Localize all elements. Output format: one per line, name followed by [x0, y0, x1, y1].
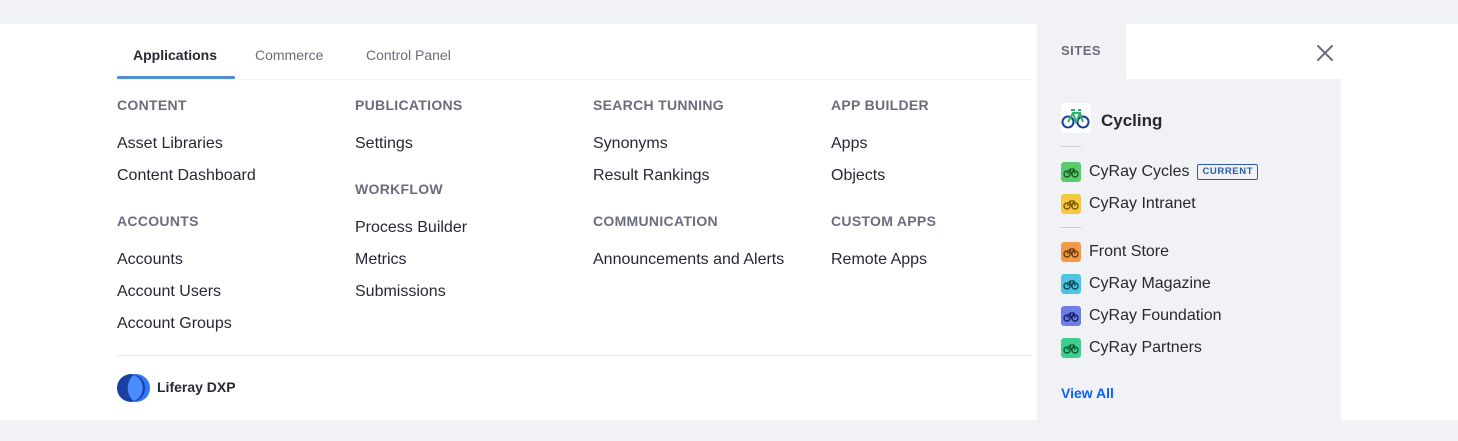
section-app-builder: APP BUILDER Apps Objects [831, 96, 1061, 192]
applications-menu: Applications Commerce Control Panel CONT… [0, 24, 1458, 420]
site-label: CyRay Cycles [1089, 163, 1190, 180]
site-item-cyray-foundation[interactable]: CyRay Foundation [1061, 300, 1222, 332]
menu-column-3: SEARCH TUNNING Synonyms Result Rankings … [593, 96, 823, 276]
view-all-link[interactable]: View All [1061, 385, 1114, 401]
bicycle-icon [1061, 162, 1081, 182]
section-accounts: ACCOUNTS Accounts Account Users Account … [117, 212, 347, 340]
section-custom-apps: CUSTOM APPS Remote Apps [831, 212, 1061, 276]
menu-item-content-dashboard[interactable]: Content Dashboard [117, 160, 347, 192]
site-label: CyRay Partners [1089, 339, 1202, 356]
menu-item-account-users[interactable]: Account Users [117, 276, 347, 308]
sites-separator [1061, 146, 1081, 147]
section-title: WORKFLOW [355, 181, 443, 197]
site-label: CyRay Foundation [1089, 307, 1222, 324]
section-title: PUBLICATIONS [355, 97, 463, 113]
section-workflow: WORKFLOW Process Builder Metrics Submiss… [355, 180, 585, 308]
menu-column-2: PUBLICATIONS Settings WORKFLOW Process B… [355, 96, 585, 308]
menu-item-asset-libraries[interactable]: Asset Libraries [117, 128, 347, 160]
menu-item-apps[interactable]: Apps [831, 128, 1061, 160]
menu-item-settings[interactable]: Settings [355, 128, 585, 160]
menu-item-objects[interactable]: Objects [831, 160, 1061, 192]
liferay-logo-icon [117, 374, 150, 402]
tab-applications[interactable]: Applications [117, 24, 235, 79]
site-label: Front Store [1089, 243, 1170, 260]
site-item-front-store[interactable]: Front Store [1061, 236, 1169, 268]
tab-control-panel[interactable]: Control Panel [350, 24, 467, 79]
menu-item-submissions[interactable]: Submissions [355, 276, 585, 308]
close-icon[interactable] [1312, 40, 1338, 66]
section-title: SEARCH TUNNING [593, 97, 724, 113]
current-badge: CURRENT [1197, 164, 1259, 180]
site-item-cyray-intranet[interactable]: CyRay Intranet [1061, 188, 1196, 220]
menu-item-metrics[interactable]: Metrics [355, 244, 585, 276]
site-label: CyRay Magazine [1089, 275, 1211, 292]
tab-commerce[interactable]: Commerce [239, 24, 339, 79]
menu-item-synonyms[interactable]: Synonyms [593, 128, 823, 160]
sites-separator [1061, 227, 1081, 228]
menu-item-process-builder[interactable]: Process Builder [355, 212, 585, 244]
site-item-cyray-partners[interactable]: CyRay Partners [1061, 332, 1202, 364]
menu-item-remote-apps[interactable]: Remote Apps [831, 244, 1061, 276]
menu-item-result-rankings[interactable]: Result Rankings [593, 160, 823, 192]
site-label: CyRay Intranet [1089, 195, 1196, 212]
current-site-name[interactable]: Cycling [1101, 111, 1162, 131]
bicycle-icon [1061, 194, 1081, 214]
sites-tab[interactable]: SITES [1037, 24, 1126, 79]
menu-item-accounts[interactable]: Accounts [117, 244, 347, 276]
menu-column-1: CONTENT Asset Libraries Content Dashboar… [117, 96, 347, 340]
menu-item-account-groups[interactable]: Account Groups [117, 308, 347, 340]
section-communication: COMMUNICATION Announcements and Alerts [593, 212, 823, 276]
section-content: CONTENT Asset Libraries Content Dashboar… [117, 96, 347, 192]
section-title: APP BUILDER [831, 97, 929, 113]
bicycle-icon [1061, 242, 1081, 262]
section-search-tunning: SEARCH TUNNING Synonyms Result Rankings [593, 96, 823, 192]
menu-tabs: Applications Commerce Control Panel [117, 24, 1032, 80]
bicycle-icon [1061, 338, 1081, 358]
bicycle-icon [1061, 103, 1091, 133]
liferay-dxp-label: Liferay DXP [157, 379, 236, 395]
footer-divider [117, 355, 1032, 356]
sites-panel: SITES Cycling CyRay Cycles CURRENT CyRay… [1037, 24, 1341, 420]
menu-column-4: APP BUILDER Apps Objects CUSTOM APPS Rem… [831, 96, 1061, 276]
section-title: CONTENT [117, 97, 187, 113]
site-item-cyray-cycles[interactable]: CyRay Cycles CURRENT [1061, 156, 1259, 188]
menu-item-announcements-and-alerts[interactable]: Announcements and Alerts [593, 244, 823, 276]
bicycle-icon [1061, 306, 1081, 326]
section-publications: PUBLICATIONS Settings [355, 96, 585, 160]
section-title: COMMUNICATION [593, 213, 718, 229]
site-item-cyray-magazine[interactable]: CyRay Magazine [1061, 268, 1211, 300]
bicycle-icon [1061, 274, 1081, 294]
section-title: CUSTOM APPS [831, 213, 937, 229]
sites-header [1126, 24, 1341, 79]
section-title: ACCOUNTS [117, 213, 199, 229]
